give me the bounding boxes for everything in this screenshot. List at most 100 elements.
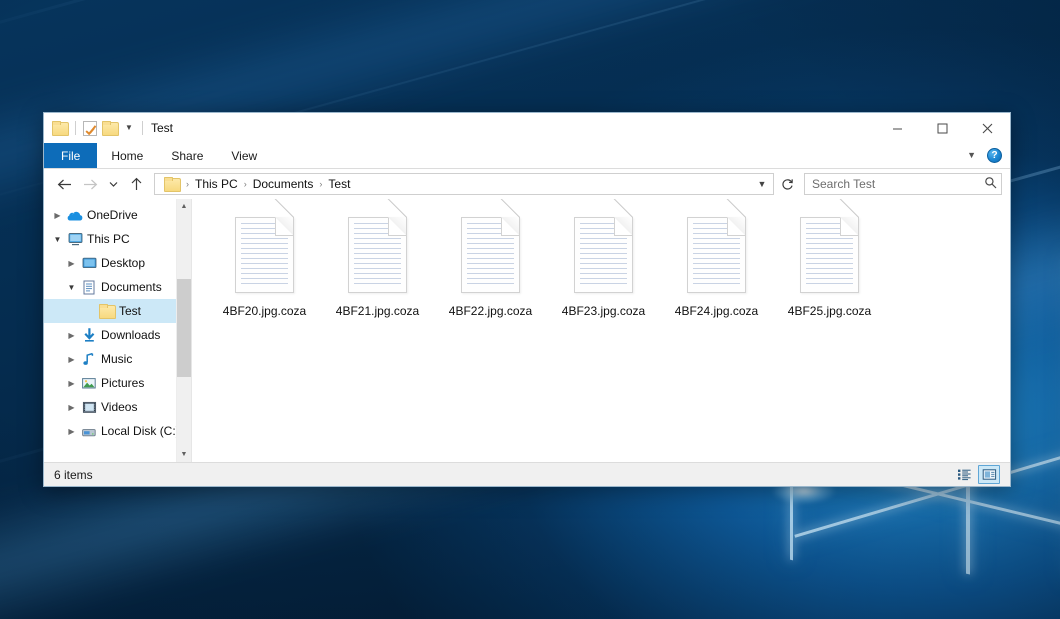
sidebar-item-label: Pictures bbox=[99, 376, 144, 390]
generic-file-icon bbox=[346, 215, 409, 295]
generic-file-icon bbox=[798, 215, 861, 295]
chevron-right-icon[interactable]: ▶ bbox=[64, 379, 79, 388]
breadcrumb: › This PC › Documents › Test bbox=[159, 175, 753, 194]
chevron-right-icon[interactable]: ▶ bbox=[50, 211, 65, 220]
chevron-down-icon[interactable]: ▼ bbox=[753, 179, 771, 189]
folder-icon[interactable] bbox=[52, 121, 68, 135]
ribbon-spacer bbox=[271, 143, 962, 168]
documents-icon bbox=[79, 280, 99, 295]
ribbon-tab-bar: File Home Share View ▼ ? bbox=[44, 143, 1010, 169]
sidebar-item-onedrive[interactable]: ▶ OneDrive bbox=[44, 203, 191, 227]
file-name: 4BF22.jpg.coza bbox=[446, 303, 535, 320]
chevron-down-icon[interactable]: ▼ bbox=[50, 235, 65, 244]
sidebar-item-pictures[interactable]: ▶ Pictures bbox=[44, 371, 191, 395]
file-item[interactable]: 4BF21.jpg.coza bbox=[321, 213, 434, 331]
file-item[interactable]: 4BF24.jpg.coza bbox=[660, 213, 773, 331]
tab-view[interactable]: View bbox=[217, 143, 271, 168]
thispc-icon bbox=[65, 232, 85, 246]
sidebar-item-label: This PC bbox=[85, 232, 130, 246]
drive-icon bbox=[79, 425, 99, 438]
window-title: Test bbox=[151, 121, 173, 135]
help-icon[interactable]: ? bbox=[987, 148, 1002, 163]
breadcrumb-item-documents[interactable]: Documents bbox=[248, 175, 319, 194]
properties-icon[interactable] bbox=[83, 121, 97, 136]
chevron-right-icon[interactable]: ▶ bbox=[64, 331, 79, 340]
sidebar-item-desktop[interactable]: ▶ Desktop bbox=[44, 251, 191, 275]
folder-icon bbox=[97, 304, 117, 318]
sidebar-item-videos[interactable]: ▶ Videos bbox=[44, 395, 191, 419]
scrollbar-thumb[interactable] bbox=[177, 279, 191, 377]
file-name: 4BF21.jpg.coza bbox=[333, 303, 422, 320]
search-placeholder: Search Test bbox=[812, 177, 984, 191]
large-icons-view-button[interactable] bbox=[978, 465, 1000, 484]
generic-file-icon bbox=[459, 215, 522, 295]
file-item[interactable]: 4BF22.jpg.coza bbox=[434, 213, 547, 331]
sidebar-item-label: Videos bbox=[99, 400, 137, 414]
sidebar-item-label: Desktop bbox=[99, 256, 145, 270]
file-name: 4BF24.jpg.coza bbox=[672, 303, 761, 320]
close-button[interactable] bbox=[965, 113, 1010, 143]
file-item[interactable]: 4BF20.jpg.coza bbox=[208, 213, 321, 331]
generic-file-icon bbox=[685, 215, 748, 295]
search-input[interactable]: Search Test bbox=[804, 173, 1002, 195]
title-bar: ▼ Test bbox=[44, 113, 1010, 143]
navigation-pane: ▶ OneDrive ▼ This PC ▶ bbox=[44, 199, 192, 462]
sidebar-item-label: Local Disk (C:) bbox=[99, 424, 180, 438]
sidebar-item-label: Documents bbox=[99, 280, 162, 294]
file-name: 4BF20.jpg.coza bbox=[220, 303, 309, 320]
qat-separator bbox=[75, 121, 76, 135]
ribbon-right-controls: ▼ ? bbox=[962, 143, 1010, 168]
tab-home[interactable]: Home bbox=[97, 143, 157, 168]
scroll-down-arrow-icon[interactable]: ▼ bbox=[177, 447, 191, 462]
up-button[interactable] bbox=[124, 172, 148, 196]
quick-access-toolbar: ▼ bbox=[52, 121, 145, 136]
window-controls bbox=[875, 113, 1010, 143]
sidebar-item-music[interactable]: ▶ Music bbox=[44, 347, 191, 371]
breadcrumb-item-test[interactable]: Test bbox=[323, 175, 355, 194]
address-bar[interactable]: › This PC › Documents › Test ▼ bbox=[154, 173, 774, 195]
file-item[interactable]: 4BF23.jpg.coza bbox=[547, 213, 660, 331]
music-icon bbox=[79, 352, 99, 367]
minimize-button[interactable] bbox=[875, 113, 920, 143]
sidebar-item-this-pc[interactable]: ▼ This PC bbox=[44, 227, 191, 251]
tab-file[interactable]: File bbox=[44, 143, 97, 168]
generic-file-icon bbox=[572, 215, 635, 295]
refresh-button[interactable] bbox=[776, 178, 798, 191]
new-folder-icon[interactable] bbox=[102, 121, 118, 135]
sidebar-item-documents[interactable]: ▼ Documents bbox=[44, 275, 191, 299]
chevron-right-icon[interactable]: ▶ bbox=[64, 259, 79, 268]
view-mode-buttons bbox=[953, 465, 1006, 484]
details-view-button[interactable] bbox=[953, 465, 975, 484]
file-name: 4BF25.jpg.coza bbox=[785, 303, 874, 320]
search-icon[interactable] bbox=[984, 176, 997, 192]
sidebar-item-label: Downloads bbox=[99, 328, 160, 342]
chevron-right-icon[interactable]: ▶ bbox=[64, 427, 79, 436]
item-count-label: 6 items bbox=[54, 468, 93, 482]
file-list-view[interactable]: 4BF20.jpg.coza 4BF21.jpg.coza 4BF22.jpg.… bbox=[192, 199, 1010, 462]
chevron-right-icon[interactable]: ▶ bbox=[64, 403, 79, 412]
recent-locations-button[interactable] bbox=[104, 172, 122, 196]
file-item[interactable]: 4BF25.jpg.coza bbox=[773, 213, 886, 331]
sidebar-item-downloads[interactable]: ▶ Downloads bbox=[44, 323, 191, 347]
address-bar-row: › This PC › Documents › Test ▼ Search Te… bbox=[44, 169, 1010, 199]
file-name: 4BF23.jpg.coza bbox=[559, 303, 648, 320]
onedrive-icon bbox=[65, 209, 85, 222]
chevron-down-icon[interactable]: ▼ bbox=[64, 283, 79, 292]
chevron-down-icon[interactable]: ▼ bbox=[962, 151, 981, 160]
sidebar-item-local-disk-c[interactable]: ▶ Local Disk (C:) bbox=[44, 419, 191, 443]
navigation-pane-scrollbar[interactable]: ▲ ▼ bbox=[176, 199, 191, 462]
downloads-icon bbox=[79, 328, 99, 343]
tab-share[interactable]: Share bbox=[157, 143, 217, 168]
videos-icon bbox=[79, 401, 99, 414]
scroll-up-arrow-icon[interactable]: ▲ bbox=[177, 199, 191, 214]
maximize-button[interactable] bbox=[920, 113, 965, 143]
scrollbar-track[interactable] bbox=[177, 214, 191, 447]
chevron-right-icon[interactable]: ▶ bbox=[64, 355, 79, 364]
customize-caret-icon[interactable]: ▼ bbox=[123, 124, 135, 132]
forward-button[interactable] bbox=[78, 172, 102, 196]
back-button[interactable] bbox=[52, 172, 76, 196]
breadcrumb-root-icon[interactable] bbox=[159, 175, 185, 194]
desktop-icon bbox=[79, 256, 99, 270]
breadcrumb-item-this-pc[interactable]: This PC bbox=[190, 175, 243, 194]
sidebar-item-test[interactable]: ▶ Test bbox=[44, 299, 191, 323]
